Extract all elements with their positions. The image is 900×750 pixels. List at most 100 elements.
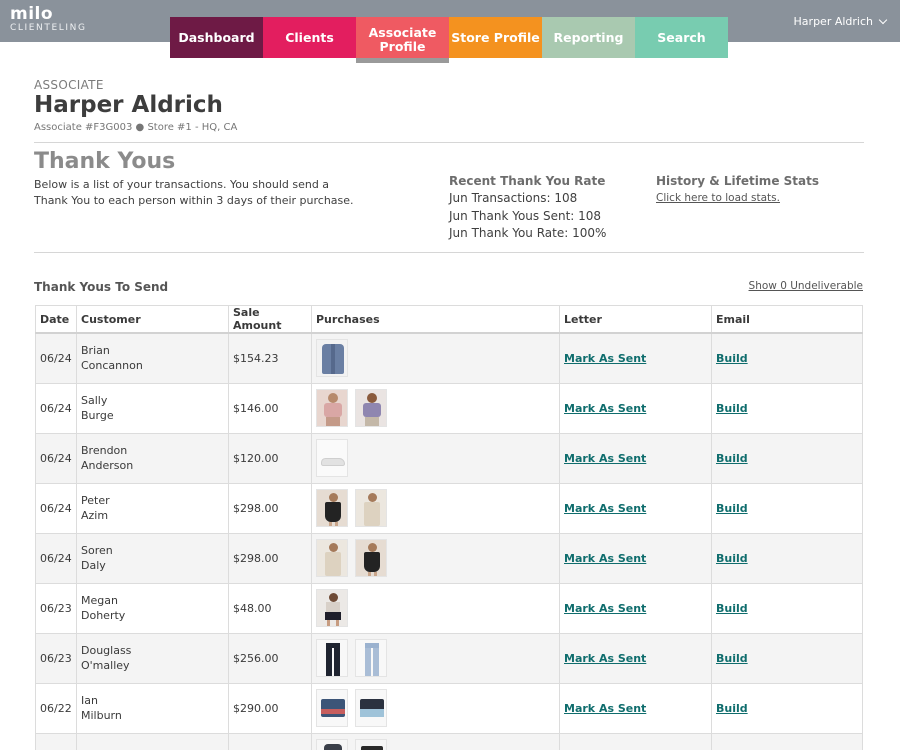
date-cell: 06/24 (35, 332, 77, 384)
table-row[interactable]: 06/24 Soren Daly $298.00 Mark As Sent Build (35, 532, 863, 584)
mark-as-sent-link[interactable]: Mark As Sent (564, 452, 646, 465)
mark-as-sent-link[interactable]: Mark As Sent (564, 402, 646, 415)
dark-vest-product-image[interactable] (316, 739, 348, 750)
purchases-cell (311, 732, 560, 750)
logo-subtitle: CLIENTELING (10, 23, 87, 33)
associate-name: Harper Aldrich (34, 92, 223, 118)
date-cell: 06/23 (35, 632, 77, 684)
letter-cell: Mark As Sent (559, 582, 712, 634)
mark-as-sent-link[interactable]: Mark As Sent (564, 702, 646, 715)
sale-amount-cell: $120.00 (228, 432, 312, 484)
table-row[interactable]: 06/22 Ian Milburn $290.00 Mark As Sent Build (35, 682, 863, 734)
customer-last-name[interactable]: Daly (81, 558, 228, 573)
swim-shorts-product-image[interactable] (316, 689, 348, 727)
customer-first-name[interactable]: Brendon (81, 443, 228, 458)
build-email-link[interactable]: Build (716, 352, 748, 365)
black-dress-product-image[interactable] (355, 539, 387, 577)
lavender-top-product-image[interactable] (355, 389, 387, 427)
table-row[interactable]: 06/23 Douglass O'malley $256.00 Mark As Sent… (35, 632, 863, 684)
customer-first-name[interactable]: Peter (81, 493, 228, 508)
table-row[interactable]: 06/24 Brendon Anderson $120.00 Mark As Sent B… (35, 432, 863, 484)
table-row[interactable]: 06/24 Brian Concannon $154.23 Mark As Sent Bu… (35, 332, 863, 384)
date-cell: 06/24 (35, 382, 77, 434)
col-letter[interactable]: Letter (559, 305, 712, 334)
history-title: History & Lifetime Stats (656, 174, 819, 188)
mark-as-sent-link[interactable]: Mark As Sent (564, 502, 646, 515)
milo-logo[interactable]: milo CLIENTELING (10, 6, 87, 34)
user-menu[interactable]: Harper Aldrich (794, 15, 888, 28)
customer-cell: Brian (76, 732, 229, 750)
customer-first-name[interactable]: Douglass (81, 643, 228, 658)
customer-first-name[interactable]: Megan (81, 593, 228, 608)
page-description: Below is a list of your transactions. Yo… (34, 178, 354, 207)
gradient-shorts-product-image[interactable] (355, 689, 387, 727)
col-sale-amount[interactable]: Sale Amount (228, 305, 312, 334)
customer-last-name[interactable]: Milburn (81, 708, 228, 723)
build-email-link[interactable]: Build (716, 652, 748, 665)
customer-first-name[interactable]: Ian (81, 693, 228, 708)
black-shorts-product-image[interactable] (316, 589, 348, 627)
letter-cell: Mark As Sent (559, 332, 712, 384)
customer-first-name[interactable]: Brian (81, 343, 228, 358)
build-email-link[interactable]: Build (716, 402, 748, 415)
tab-dashboard[interactable]: Dashboard (170, 17, 263, 58)
tab-associate-profile[interactable]: Associate Profile (356, 17, 449, 63)
customer-last-name[interactable]: Doherty (81, 608, 228, 623)
customer-cell: Ian Milburn (76, 682, 229, 734)
build-email-link[interactable]: Build (716, 602, 748, 615)
customer-last-name[interactable]: Burge (81, 408, 228, 423)
light-jeans-product-image[interactable] (355, 639, 387, 677)
mark-as-sent-link[interactable]: Mark As Sent (564, 552, 646, 565)
page-title: Thank Yous (34, 149, 176, 174)
load-stats-link[interactable]: Click here to load stats. (656, 192, 819, 204)
black-dress-product-image[interactable] (316, 489, 348, 527)
rate-transactions: Jun Transactions: 108 (449, 191, 578, 205)
customer-first-name[interactable]: Sally (81, 393, 228, 408)
col-customer[interactable]: Customer (76, 305, 229, 334)
cream-outfit-product-image[interactable] (316, 539, 348, 577)
letter-cell: Mark As Sent (559, 432, 712, 484)
chevron-down-icon (878, 15, 888, 24)
customer-last-name[interactable]: O'malley (81, 658, 228, 673)
denim-shirt-product-image[interactable] (316, 339, 348, 378)
tab-store-profile[interactable]: Store Profile (449, 17, 542, 58)
tab-search[interactable]: Search (635, 17, 728, 58)
col-email[interactable]: Email (711, 305, 863, 334)
rate-sent: Jun Thank Yous Sent: 108 (449, 208, 602, 223)
show-undeliverable-link[interactable]: Show 0 Undeliverable (749, 280, 863, 292)
rate-title: Recent Thank You Rate (449, 174, 606, 188)
customer-last-name[interactable]: Azim (81, 508, 228, 523)
mark-as-sent-link[interactable]: Mark As Sent (564, 652, 646, 665)
table-row[interactable]: 06/23 Megan Doherty $48.00 Mark As Sent Build (35, 582, 863, 634)
cream-outfit-product-image[interactable] (355, 489, 387, 527)
customer-cell: Peter Azim (76, 482, 229, 534)
sale-amount-cell: $146.00 (228, 382, 312, 434)
customer-last-name[interactable]: Concannon (81, 358, 228, 373)
table-header-row: Date Customer Sale Amount Purchases Lett… (35, 305, 863, 334)
table-row[interactable]: Brian Mark As SentBuild (35, 732, 863, 750)
sale-amount-cell: $48.00 (228, 582, 312, 634)
build-email-link[interactable]: Build (716, 452, 748, 465)
pink-top-product-image[interactable] (316, 389, 348, 427)
mark-as-sent-link[interactable]: Mark As Sent (564, 352, 646, 365)
email-cell: Build (711, 532, 863, 584)
letter-cell: Mark As Sent (559, 482, 712, 534)
mark-as-sent-link[interactable]: Mark As Sent (564, 602, 646, 615)
customer-first-name[interactable]: Soren (81, 543, 228, 558)
dark-shorts-product-image[interactable] (355, 739, 387, 750)
tab-reporting[interactable]: Reporting (542, 17, 635, 58)
col-purchases[interactable]: Purchases (311, 305, 560, 334)
build-email-link[interactable]: Build (716, 502, 748, 515)
white-sneaker-product-image[interactable] (316, 439, 348, 477)
table-row[interactable]: 06/24 Sally Burge $146.00 Mark As Sent Build (35, 382, 863, 434)
sale-amount-cell: $256.00 (228, 632, 312, 684)
tab-clients[interactable]: Clients (263, 17, 356, 58)
col-date[interactable]: Date (35, 305, 77, 334)
build-email-link[interactable]: Build (716, 552, 748, 565)
customer-cell: Sally Burge (76, 382, 229, 434)
customer-last-name[interactable]: Anderson (81, 458, 228, 473)
table-row[interactable]: 06/24 Peter Azim $298.00 Mark As Sent Build (35, 482, 863, 534)
black-pants-product-image[interactable] (316, 639, 348, 677)
build-email-link[interactable]: Build (716, 702, 748, 715)
divider (34, 142, 864, 143)
